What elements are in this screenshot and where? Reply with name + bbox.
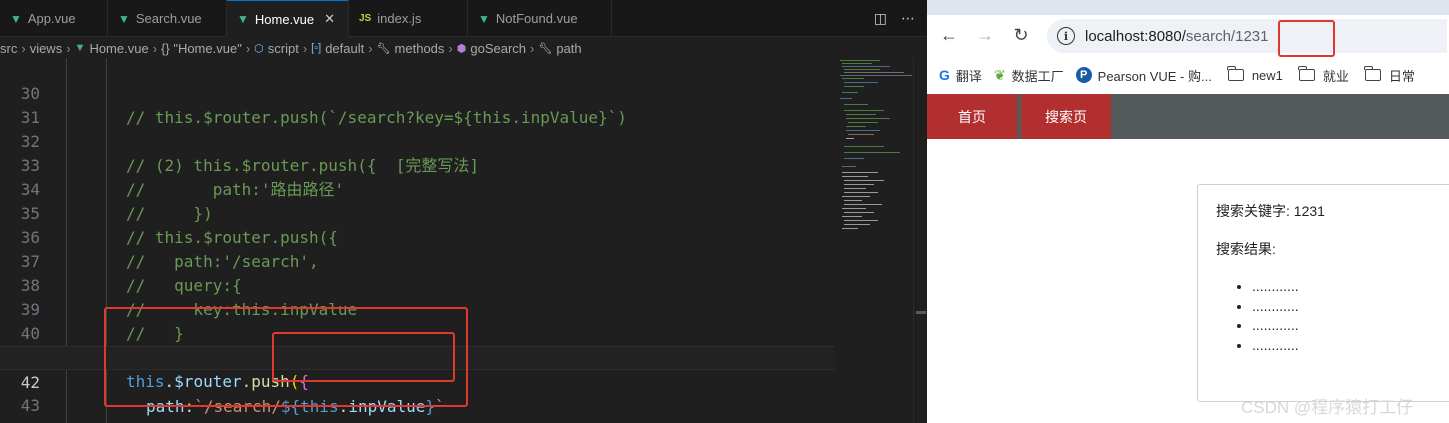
folder-icon [1298, 66, 1315, 81]
vue-file-icon: ▼ [10, 11, 22, 26]
bookmarks-bar: G 翻译 ❦ 数据工厂 P Pearson VUE - 购... new1 就业… [927, 57, 1449, 93]
bookmark-datafactory[interactable]: ❦ 数据工厂 [994, 66, 1064, 85]
bookmark-translate[interactable]: G 翻译 [939, 66, 982, 85]
breadcrumb: src › views › ▼ Home.vue › {} "Home.vue"… [0, 37, 927, 59]
wrench-icon: 🔧︎ [538, 42, 553, 55]
tab-label: Search.vue [135, 11, 202, 26]
address-bar[interactable]: i localhost:8080/search/1231 [1047, 19, 1447, 53]
breadcrumb-path[interactable]: path [556, 41, 581, 56]
tab-label: App.vue [27, 11, 76, 26]
script-icon: ⬡ [254, 42, 264, 55]
url-text[interactable]: localhost:8080/search/1231 [1085, 28, 1268, 45]
bookmark-pearson[interactable]: P Pearson VUE - 购... [1075, 66, 1212, 85]
nav-link-search[interactable]: 搜索页 [1021, 94, 1111, 139]
results-list: ............ ............ ............ .… [1252, 277, 1438, 355]
code-line: 33 // path:'路由路径' [0, 130, 835, 199]
back-arrow-icon[interactable]: ← [937, 23, 961, 47]
code-editor: ▼ App.vue ▼ Search.vue ▼ Home.vue ✕ JS i… [0, 0, 927, 423]
more-actions-icon[interactable]: ⋯ [901, 11, 915, 27]
code-line: 31 [0, 82, 835, 127]
breadcrumb-file[interactable]: Home.vue [89, 41, 148, 56]
code-line: 30 // this.$router.push(`/search?key=${t… [0, 58, 835, 127]
leaf-icon: ❦ [993, 66, 1006, 83]
variable-icon: [▫] [311, 42, 322, 54]
tab-label: Home.vue [254, 11, 315, 27]
chevron-right-icon: › [245, 40, 251, 56]
watermark: CSDN @程序猿打工仔 [1241, 398, 1414, 417]
site-info-icon[interactable]: i [1057, 27, 1075, 45]
line-number: 44 [0, 418, 40, 423]
breadcrumb-methods[interactable]: methods [395, 41, 445, 56]
breadcrumb-gosearch[interactable]: goSearch [470, 41, 526, 56]
browser-tab-strip [927, 0, 1449, 15]
results-label: 搜索结果: [1216, 241, 1276, 257]
vue-file-icon: ▼ [74, 42, 86, 54]
chevron-right-icon: › [21, 40, 26, 56]
breadcrumb-script[interactable]: script [268, 41, 299, 56]
list-item: ............ [1252, 277, 1438, 297]
chevron-right-icon: › [368, 40, 373, 56]
highlight-box [1278, 20, 1335, 57]
breadcrumb-views[interactable]: views [30, 41, 63, 56]
tab-home-vue[interactable]: ▼ Home.vue ✕ [227, 0, 349, 37]
chevron-right-icon: › [66, 40, 71, 56]
code-line: 35 // this.$router.push({ [0, 178, 835, 247]
editor-tab-bar: ▼ App.vue ▼ Search.vue ▼ Home.vue ✕ JS i… [0, 0, 927, 37]
minimap[interactable] [836, 58, 914, 423]
breadcrumb-src[interactable]: src [0, 41, 17, 56]
search-keyword: 搜索关键字: 1231 [1216, 203, 1325, 219]
bookmark-folder-daily[interactable]: 日常 [1364, 66, 1415, 85]
tab-label: index.js [377, 11, 422, 26]
tab-label: NotFound.vue [495, 11, 578, 26]
wrench-icon: 🔧︎ [376, 42, 391, 55]
reload-icon[interactable]: ↻ [1009, 23, 1033, 47]
tab-index-js[interactable]: JS index.js [349, 0, 468, 37]
js-file-icon: JS [359, 13, 372, 24]
code-line: 34 // }) [0, 154, 835, 223]
breadcrumb-component[interactable]: {} "Home.vue" [161, 41, 242, 56]
pearson-logo-icon: P [1075, 67, 1092, 83]
translate-icon: G [939, 67, 950, 83]
code-text: }) [126, 418, 145, 423]
nav-link-home[interactable]: 首页 [927, 94, 1017, 139]
list-item: ............ [1252, 297, 1438, 317]
editor-actions: ◫ ⋯ [874, 0, 915, 37]
tab-search-vue[interactable]: ▼ Search.vue [108, 0, 227, 37]
vue-file-icon: ▼ [237, 12, 249, 26]
tab-app-vue[interactable]: ▼ App.vue [0, 0, 108, 37]
chevron-right-icon: › [152, 40, 158, 56]
breadcrumb-default[interactable]: default [325, 41, 364, 56]
vue-file-icon: ▼ [118, 11, 130, 26]
code-line: 37 // query:{ [0, 226, 835, 295]
list-item: ............ [1252, 336, 1438, 356]
forward-arrow-icon[interactable]: → [973, 23, 997, 47]
editor-scrollbar[interactable] [913, 58, 927, 423]
scrollbar-thumb[interactable] [916, 311, 926, 314]
close-icon[interactable]: ✕ [324, 11, 335, 27]
vue-file-icon: ▼ [478, 11, 490, 26]
method-cube-icon: ⬢ [456, 42, 467, 55]
app-nav-bar: 首页 搜索页 [927, 94, 1449, 139]
search-result-card: 搜索关键字: 1231 搜索结果: ............ .........… [1197, 184, 1449, 402]
folder-icon [1364, 66, 1381, 81]
list-item: ............ [1252, 316, 1438, 336]
highlight-box [272, 332, 455, 382]
tab-notfound-vue[interactable]: ▼ NotFound.vue [468, 0, 612, 37]
chevron-right-icon: › [302, 40, 308, 56]
browser-window: ← → ↻ i localhost:8080/search/1231 G 翻译 … [927, 0, 1449, 423]
split-editor-icon[interactable]: ◫ [874, 11, 887, 27]
bookmark-folder-jobs[interactable]: 就业 [1298, 66, 1349, 85]
browser-toolbar: ← → ↻ i localhost:8080/search/1231 [927, 15, 1449, 57]
chevron-right-icon: › [530, 40, 535, 56]
code-line: 38 // key:this.inpValue [0, 250, 835, 319]
folder-icon [1227, 66, 1244, 81]
code-line: 36 // path:'/search', [0, 202, 835, 271]
code-line: 39 // } [0, 274, 835, 343]
chevron-right-icon: › [448, 40, 453, 56]
code-line: 32 // (2) this.$router.push({ [完整写法] [0, 106, 835, 175]
bookmark-folder-new1[interactable]: new1 [1227, 66, 1283, 83]
